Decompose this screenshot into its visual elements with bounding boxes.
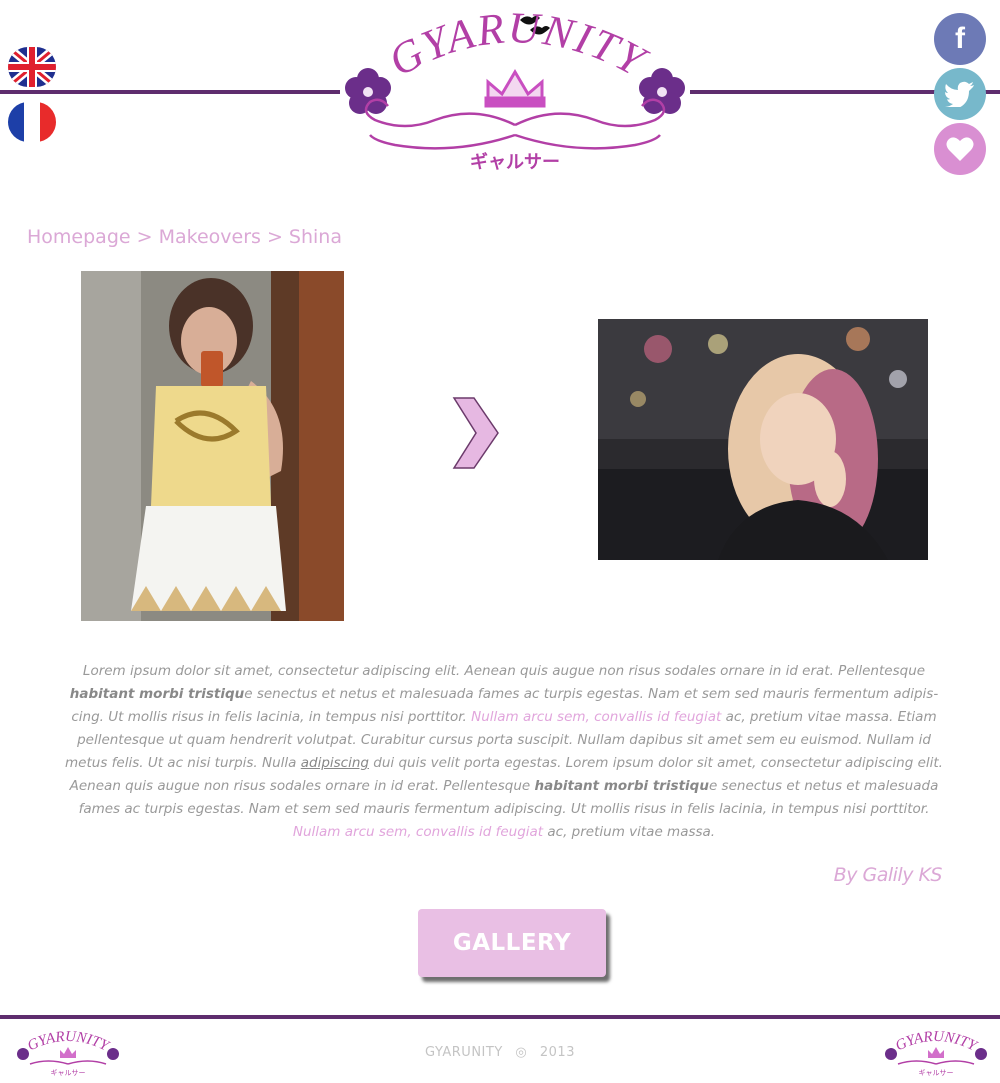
article-bold: habitant morbi tristiqu xyxy=(69,686,245,702)
footer-copyright: GYARUNITY ◎ 2013 xyxy=(0,1045,1000,1060)
article-link[interactable]: Nullam arcu sem, convallis id feugiat xyxy=(471,709,721,725)
article-text: Lorem ipsum dolor sit amet, consectetur … xyxy=(82,663,926,679)
facebook-icon: f xyxy=(955,22,965,55)
copyright-icon: ◎ xyxy=(515,1045,528,1060)
header-rule-left xyxy=(0,90,340,94)
breadcrumb-makeovers[interactable]: Makeovers xyxy=(159,226,261,248)
article-text: ac, pretium vitae massa. xyxy=(543,824,716,840)
footer-brand: GYARUNITY xyxy=(425,1045,503,1060)
article-underline: adipiscing xyxy=(300,755,369,771)
gallery-button[interactable]: GALLERY xyxy=(418,909,606,977)
svg-text:ギャルサー: ギャルサー xyxy=(470,152,560,173)
twitter-icon xyxy=(945,81,974,107)
flower-icon xyxy=(345,68,391,114)
twitter-button[interactable] xyxy=(934,68,986,120)
author-signature: By Galily KS xyxy=(833,864,943,886)
facebook-button[interactable]: f xyxy=(934,13,986,65)
breadcrumb: Homepage > Makeovers > Shina xyxy=(27,226,342,248)
favorite-button[interactable] xyxy=(934,123,986,175)
flower-icon xyxy=(639,68,685,114)
svg-text:ギャルサー: ギャルサー xyxy=(919,1069,954,1077)
france-flag-icon[interactable] xyxy=(8,102,56,142)
before-photo xyxy=(81,271,344,621)
after-photo xyxy=(598,319,928,560)
breadcrumb-separator: > xyxy=(130,226,159,248)
uk-flag-icon[interactable] xyxy=(8,47,56,87)
footer-logo-right[interactable]: GYARUNITY ギャルサー xyxy=(882,1028,990,1078)
footer-rule xyxy=(0,1015,1000,1019)
site-logo[interactable]: GYARUNITY ギャルサー xyxy=(340,3,690,175)
breadcrumb-separator: > xyxy=(260,226,289,248)
footer-year: 2013 xyxy=(539,1045,575,1060)
breadcrumb-homepage[interactable]: Homepage xyxy=(27,226,131,248)
next-arrow-icon[interactable] xyxy=(452,396,500,474)
crown-icon xyxy=(484,69,546,108)
article-bold: habitant morbi tristiqu xyxy=(534,778,709,794)
svg-text:ギャルサー: ギャルサー xyxy=(51,1069,86,1077)
heart-icon xyxy=(946,137,974,161)
breadcrumb-current: Shina xyxy=(288,226,342,248)
article-link[interactable]: Nullam arcu sem, convallis id feugiat xyxy=(293,824,543,840)
article-body: Lorem ipsum dolor sit amet, consectetur … xyxy=(62,660,946,844)
